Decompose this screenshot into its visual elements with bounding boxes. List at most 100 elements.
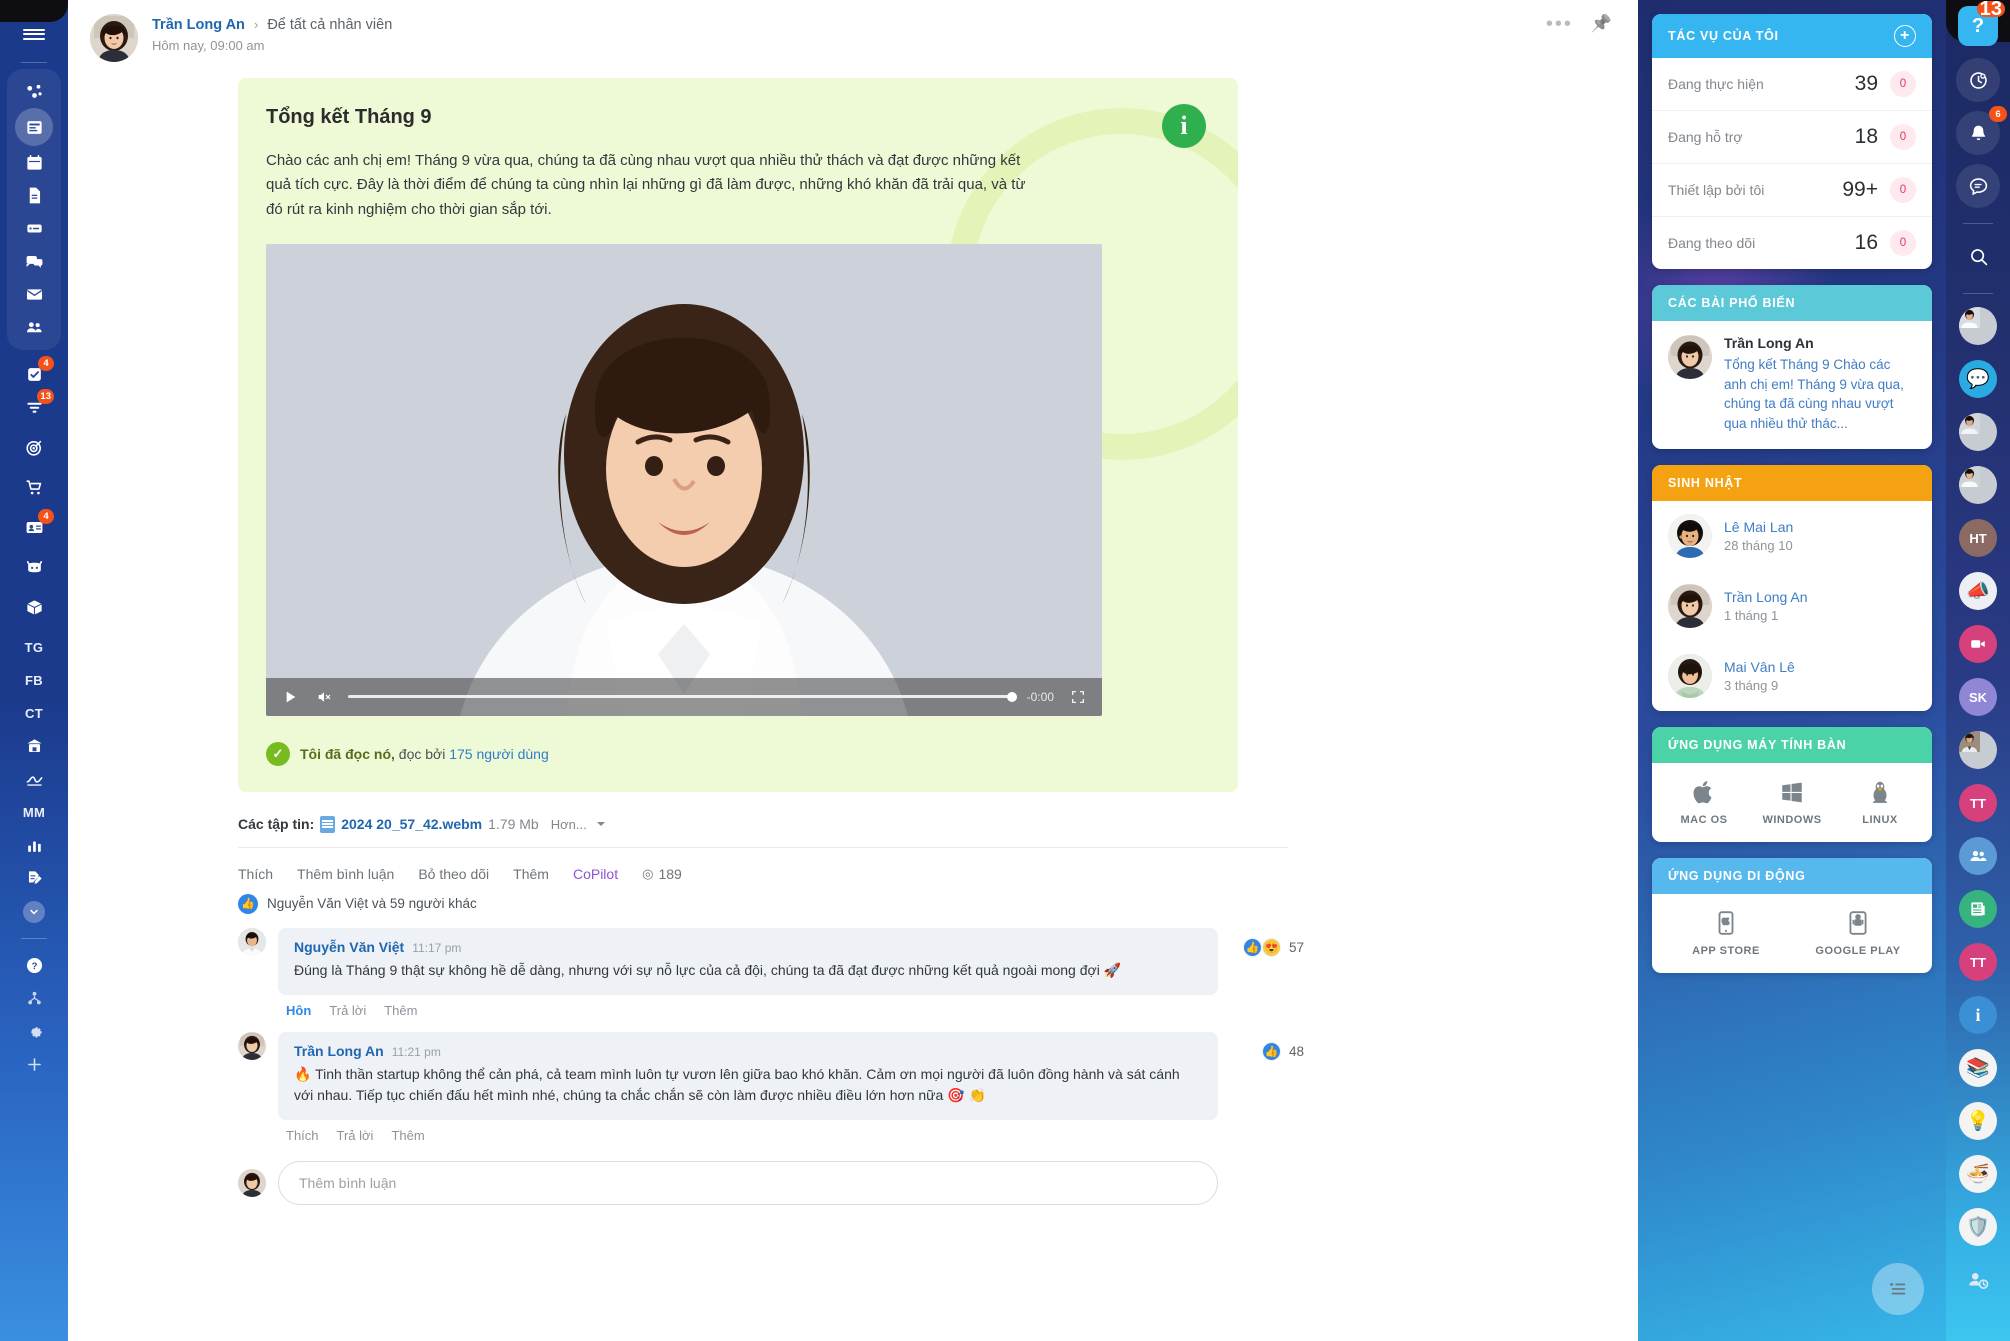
group-avatar[interactable] (1956, 834, 2000, 878)
sidebar-item-analytics[interactable] (12, 829, 56, 862)
birthday-row[interactable]: Mai Vân Lê 3 tháng 9 (1652, 641, 1932, 711)
avatar[interactable] (1668, 584, 1712, 629)
video-progress-bar[interactable] (348, 691, 1017, 702)
avatar[interactable] (238, 1031, 266, 1060)
reaction-like-icon[interactable]: 👍 (1242, 937, 1262, 957)
download-linux[interactable]: LINUX (1836, 779, 1924, 826)
birthday-row[interactable]: Trần Long An 1 tháng 1 (1652, 571, 1932, 641)
like-button[interactable]: Thích (238, 866, 273, 882)
book-club-avatar[interactable]: 📚 (1956, 1046, 2000, 1090)
popular-post-excerpt[interactable]: Tổng kết Tháng 9 Chào các anh chị em! Th… (1724, 355, 1916, 433)
read-count-link[interactable]: 175 người dùng (449, 746, 549, 762)
post-recipient[interactable]: Để tất cả nhân viên (267, 17, 392, 33)
birthday-name[interactable]: Lê Mai Lan (1724, 519, 1793, 535)
video-player[interactable]: -0:00 (266, 243, 1102, 716)
copilot-button[interactable]: CoPilot (573, 866, 618, 882)
sidebar-item-fb[interactable]: FB (12, 664, 56, 697)
attachment-filename[interactable]: 2024 20_57_42.webm (341, 816, 482, 832)
sidebar-item-chat[interactable] (12, 245, 56, 278)
read-it-label[interactable]: Tôi đã đọc nó, (300, 746, 395, 762)
download-app-store[interactable]: APP STORE (1660, 910, 1792, 957)
avatar-male-1[interactable] (1956, 304, 2000, 348)
avatar-male-3[interactable] (1956, 463, 2000, 507)
avatar-initials-sk[interactable]: SK (1956, 675, 2000, 719)
sidebar-item-mm[interactable]: MM (12, 796, 56, 829)
avatar[interactable] (1668, 654, 1712, 699)
reaction-like-icon[interactable]: 👍 (1261, 1041, 1281, 1061)
sidebar-item-feed[interactable] (15, 108, 53, 146)
sidebar-item-drive[interactable] (12, 212, 56, 245)
search-icon[interactable] (1956, 234, 2000, 278)
sidebar-item-company[interactable] (12, 730, 56, 763)
comment-reply-button[interactable]: Trả lời (329, 1003, 366, 1018)
fullscreen-icon[interactable] (1068, 687, 1088, 707)
download-google-play[interactable]: GOOGLE PLAY (1792, 910, 1924, 957)
comment-more-button[interactable]: Thêm (384, 1003, 417, 1018)
news-avatar[interactable] (1956, 887, 2000, 931)
reaction-love-icon[interactable]: 😍 (1261, 937, 1281, 957)
likes-text[interactable]: Nguyễn Văn Việt và 59 người khác (267, 896, 477, 911)
comment-reply-button[interactable]: Trả lời (337, 1128, 374, 1143)
avatar[interactable] (90, 14, 138, 62)
avatar-initials-tt[interactable]: TT (1956, 781, 2000, 825)
comment-more-button[interactable]: Thêm (391, 1128, 424, 1143)
sidebar-item-id-card[interactable]: 4 (12, 509, 56, 544)
sidebar-item-calendar[interactable] (12, 146, 56, 179)
birthday-name[interactable]: Mai Vân Lê (1724, 659, 1795, 675)
sidebar-item-settings[interactable] (12, 1015, 56, 1048)
birthday-row[interactable]: Lê Mai Lan 28 tháng 10 (1652, 501, 1932, 571)
post-author[interactable]: Trần Long An (152, 17, 245, 33)
download-mac-os[interactable]: MAC OS (1660, 779, 1748, 826)
task-row[interactable]: Đang hỗ trợ 18 0 (1652, 111, 1932, 164)
sidebar-item-contacts[interactable] (12, 311, 56, 344)
sidebar-item-bot[interactable] (12, 551, 56, 584)
sidebar-item-add[interactable] (12, 1048, 56, 1081)
comment-reactions[interactable]: 👍 48 (1261, 1041, 1304, 1061)
download-windows[interactable]: WINDOWS (1748, 779, 1836, 826)
chat-bubble-icon[interactable] (1956, 164, 2000, 208)
idea-avatar[interactable]: 💡 (1956, 1099, 2000, 1143)
info-badge[interactable]: i (1162, 104, 1206, 148)
video-call-avatar[interactable] (1956, 622, 2000, 666)
task-row[interactable]: Thiết lập bởi tôi 99+ 0 (1652, 164, 1932, 217)
sidebar-item-ct[interactable]: CT (12, 697, 56, 730)
avatar-male-2[interactable] (1956, 410, 2000, 454)
menu-icon[interactable] (0, 14, 68, 54)
food-avatar[interactable]: 🍜 (1956, 1152, 2000, 1196)
sidebar-item-tg[interactable]: TG (12, 631, 56, 664)
bell-notification-icon[interactable]: 6 (1956, 106, 2007, 155)
comment-author[interactable]: Trần Long An (294, 1043, 384, 1059)
more-button[interactable]: Thêm (513, 866, 549, 882)
time-tracking-icon[interactable] (1956, 1258, 2000, 1302)
list-menu-icon[interactable] (1872, 1263, 1924, 1315)
comment-like-button[interactable]: Thích (286, 1128, 319, 1143)
sidebar-item-funnel[interactable]: 13 (12, 389, 56, 424)
sidebar-item-crm[interactable] (12, 431, 56, 464)
sidebar-item-sitemap[interactable] (12, 982, 56, 1015)
chevron-down-icon[interactable] (596, 822, 605, 830)
avatar[interactable] (1668, 335, 1712, 379)
sidebar-item-signature[interactable] (12, 763, 56, 796)
info-avatar[interactable]: i (1956, 993, 2000, 1037)
sidebar-item-edit-doc[interactable] (12, 862, 56, 895)
avatar-male-4[interactable] (1956, 728, 2000, 772)
pulse-time-icon[interactable] (1956, 58, 2000, 102)
pin-icon[interactable]: 📌 (1591, 14, 1612, 34)
sidebar-item-activity-stream[interactable] (12, 75, 56, 108)
security-avatar[interactable]: 🛡️ (1956, 1205, 2000, 1249)
chat-group-avatar[interactable]: 💬 (1956, 357, 2000, 401)
help-icon[interactable]: ? 13 (1958, 0, 2005, 46)
sidebar-item-help[interactable]: ? (12, 949, 56, 982)
sidebar-item-documents[interactable] (12, 179, 56, 212)
video-progress-knob[interactable] (1006, 691, 1017, 702)
more-options-icon[interactable]: ••• (1546, 14, 1573, 34)
birthday-name[interactable]: Trần Long An (1724, 589, 1808, 605)
task-row[interactable]: Đang thực hiện 39 0 (1652, 58, 1932, 111)
popular-post-author[interactable]: Trần Long An (1724, 335, 1916, 351)
avatar[interactable] (1668, 514, 1712, 559)
avatar-initials-tt-2[interactable]: TT (1956, 940, 2000, 984)
add-comment-button[interactable]: Thêm bình luận (297, 866, 394, 882)
attachment-more[interactable]: Hơn... (551, 817, 587, 832)
comment-author[interactable]: Nguyễn Văn Việt (294, 939, 404, 955)
volume-muted-icon[interactable] (314, 687, 334, 707)
